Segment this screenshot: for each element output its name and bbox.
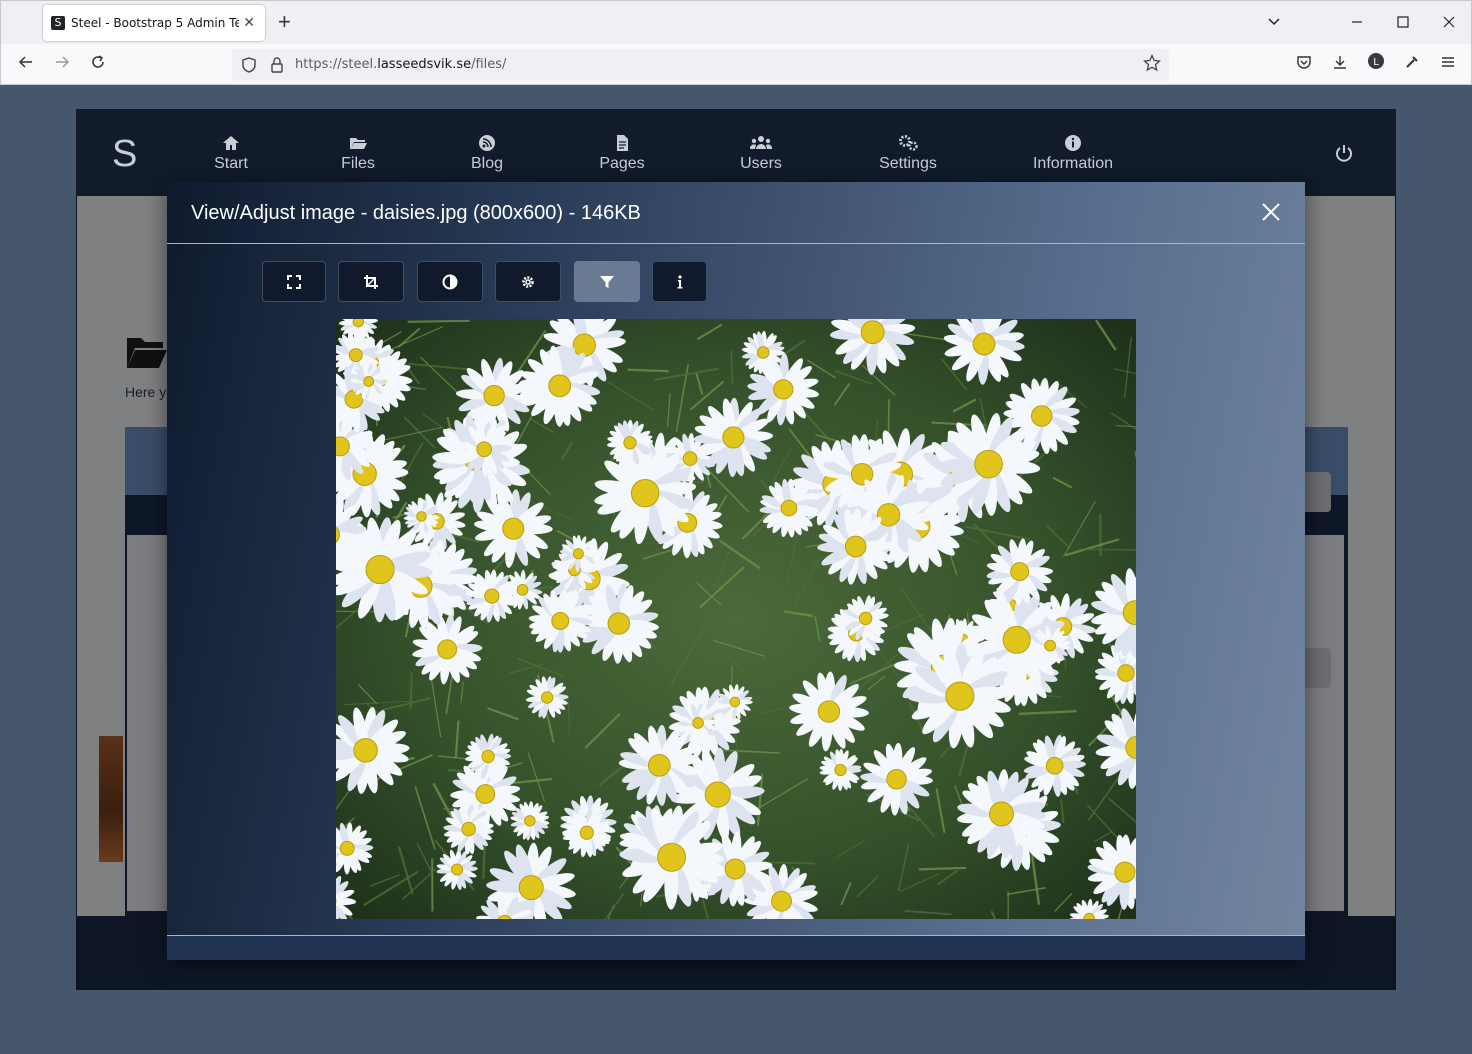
shield-icon[interactable]	[240, 56, 258, 74]
nav-settings[interactable]: Settings	[876, 133, 940, 173]
url-bar[interactable]: https://steel.lasseedsvik.se/files/	[232, 49, 1169, 81]
extension-icon[interactable]	[1399, 52, 1425, 78]
nav-label: Users	[740, 155, 782, 172]
tab-title: Steel - Bootstrap 5 Admin Template	[71, 16, 239, 30]
crop-button[interactable]	[338, 261, 404, 302]
download-icon[interactable]	[1327, 52, 1353, 78]
filter-button[interactable]	[574, 261, 640, 302]
rss-icon	[479, 135, 495, 151]
close-icon[interactable]	[1259, 200, 1283, 224]
folder-open-icon	[127, 338, 167, 368]
browser-tabbar: S Steel - Bootstrap 5 Admin Template ✕ +	[0, 0, 1472, 44]
contrast-icon	[442, 274, 458, 289]
info-icon	[1065, 135, 1081, 151]
nav-users[interactable]: Users	[738, 133, 784, 173]
nav-label: Blog	[470, 155, 504, 172]
tab-close-icon[interactable]: ✕	[243, 14, 255, 31]
url-text: https://steel.lasseedsvik.se/files/	[295, 57, 507, 72]
minimize-icon[interactable]	[1345, 11, 1369, 35]
tab-favicon: S	[51, 16, 65, 30]
settings-button[interactable]	[495, 261, 561, 302]
svg-text:L: L	[1373, 57, 1379, 68]
nav-label: Pages	[599, 155, 645, 172]
nav-label: Information	[1032, 155, 1114, 172]
info-button[interactable]	[652, 261, 707, 302]
file-icon	[617, 135, 628, 151]
menu-icon[interactable]	[1435, 52, 1461, 78]
fullscreen-button[interactable]	[262, 261, 326, 302]
file-thumbnail[interactable]	[99, 736, 123, 862]
modal-header: View/Adjust image - daisies.jpg (800x600…	[167, 182, 1305, 244]
nav-start[interactable]: Start	[206, 133, 256, 173]
nav-label: Settings	[879, 155, 937, 172]
modal-title: View/Adjust image - daisies.jpg (800x600…	[191, 202, 641, 224]
reload-icon[interactable]	[85, 52, 111, 78]
nav-information[interactable]: Information	[1031, 133, 1115, 173]
daisies-photo	[336, 319, 1136, 919]
tab-list-icon[interactable]	[1262, 11, 1286, 35]
power-icon[interactable]	[1334, 143, 1354, 163]
nav-pages[interactable]: Pages	[596, 133, 648, 173]
nav-blog[interactable]: Blog	[466, 133, 508, 173]
browser-navbar: https://steel.lasseedsvik.se/files/ L	[0, 44, 1472, 85]
expand-icon	[287, 274, 301, 289]
info-i-icon	[677, 274, 682, 288]
close-window-icon[interactable]	[1437, 11, 1461, 35]
filter-icon	[600, 275, 614, 288]
gear-icon	[522, 275, 534, 288]
brand-logo[interactable]: S	[112, 133, 137, 176]
nav-files[interactable]: Files	[336, 133, 380, 173]
account-icon[interactable]: L	[1363, 52, 1389, 78]
folder-open-icon	[350, 138, 367, 149]
page-intro-text: Here y	[125, 384, 167, 400]
image-modal: View/Adjust image - daisies.jpg (800x600…	[167, 182, 1305, 960]
new-tab-button[interactable]: +	[278, 10, 291, 34]
users-icon	[750, 136, 772, 149]
lock-icon[interactable]	[268, 56, 286, 74]
modal-footer	[167, 935, 1305, 960]
maximize-icon[interactable]	[1391, 11, 1415, 35]
pocket-icon[interactable]	[1291, 52, 1317, 78]
daisies-image[interactable]	[336, 319, 1136, 919]
crop-icon	[364, 274, 378, 289]
nav-label: Files	[341, 155, 375, 172]
forward-icon[interactable]	[49, 52, 75, 78]
home-icon	[223, 136, 239, 150]
browser-tab[interactable]: S Steel - Bootstrap 5 Admin Template ✕	[43, 5, 265, 41]
cogs-icon	[899, 135, 918, 151]
bookmark-star-icon[interactable]	[1142, 53, 1162, 77]
nav-label: Start	[214, 155, 248, 172]
contrast-button[interactable]	[417, 261, 483, 302]
back-icon[interactable]	[13, 52, 39, 78]
